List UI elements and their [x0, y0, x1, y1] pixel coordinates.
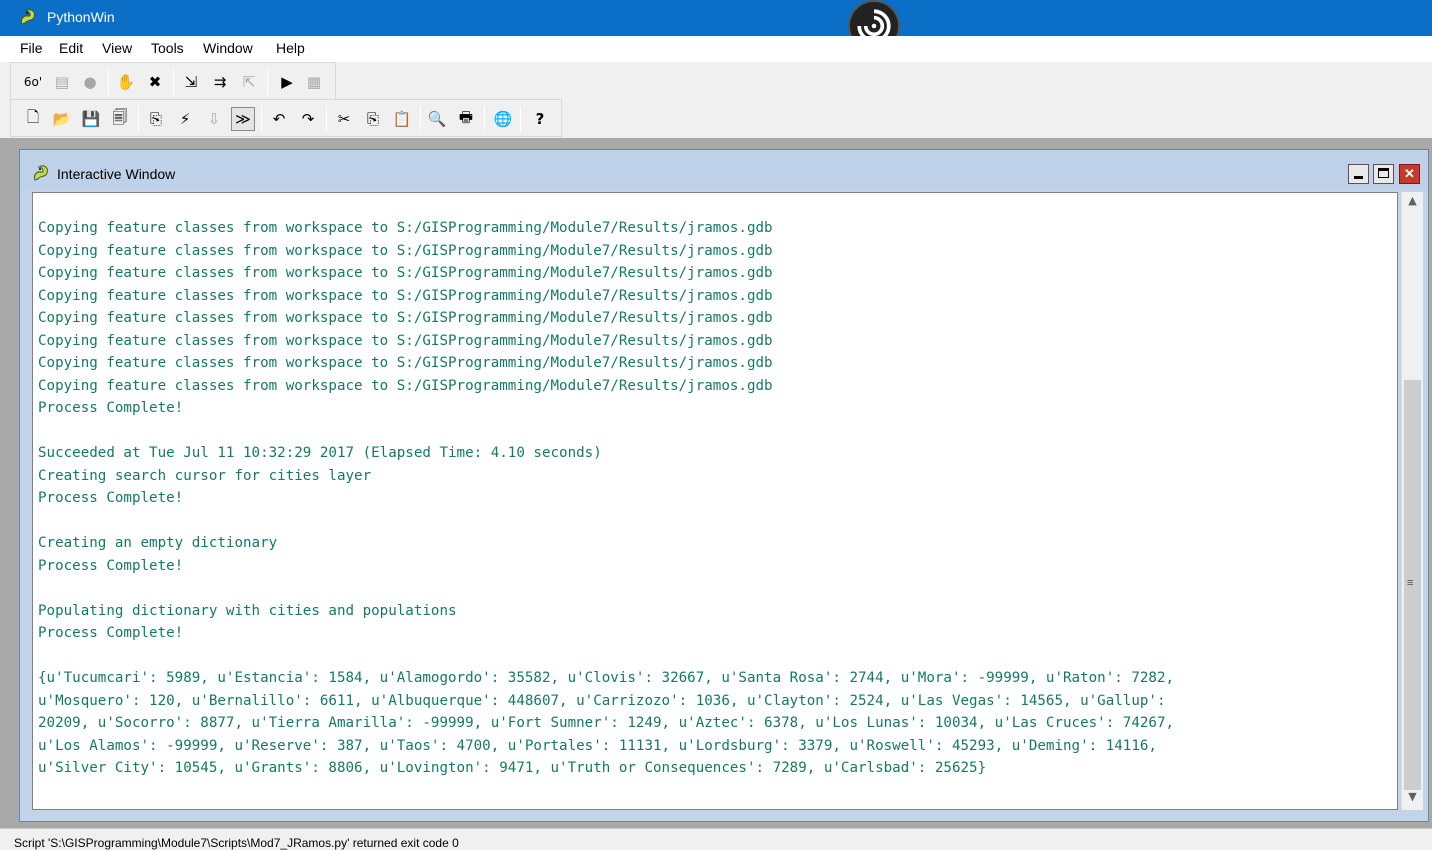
output-line: Copying feature classes from workspace t…	[38, 265, 773, 281]
step-out-icon[interactable]: ⇱	[237, 70, 261, 94]
save-icon[interactable]: 💾	[79, 107, 103, 131]
menu-edit[interactable]: Edit	[59, 40, 83, 56]
print-icon[interactable]: 🖶	[454, 107, 478, 131]
output-line: Creating an empty dictionary	[38, 535, 278, 551]
output-line: Copying feature classes from workspace t…	[38, 355, 773, 371]
interactive-output[interactable]: Copying feature classes from workspace t…	[32, 192, 1398, 810]
minimize-button[interactable]	[1348, 164, 1369, 184]
output-line: Copying feature classes from workspace t…	[38, 220, 773, 236]
interactive-window-title: Interactive Window	[57, 166, 176, 182]
close-button[interactable]: ✕	[1399, 164, 1420, 184]
app-titlebar[interactable]: PythonWin	[0, 0, 1432, 52]
output-line: Copying feature classes from workspace t…	[38, 310, 773, 326]
step-icon[interactable]: ⇲	[179, 70, 203, 94]
menu-bar: File Edit View Tools Window Help	[0, 36, 1432, 62]
import-icon[interactable]: ⇩	[202, 107, 226, 131]
status-text: Script 'S:\GISProgramming\Module7\Script…	[14, 836, 459, 850]
run-script-icon[interactable]: ⚡	[173, 107, 197, 131]
step-over-icon[interactable]: ⇉	[208, 70, 232, 94]
output-line: u'Los Alamos': -99999, u'Reserve': 387, …	[38, 737, 1157, 754]
scroll-up-icon[interactable]: ▲	[1402, 194, 1423, 212]
maximize-button[interactable]	[1373, 164, 1394, 184]
scroll-down-icon[interactable]: ▼	[1402, 790, 1423, 808]
output-line: Process Complete!	[38, 557, 184, 574]
output-line: Copying feature classes from workspace t…	[38, 332, 773, 349]
save-all-icon[interactable]: 🗐	[108, 107, 132, 131]
check-icon[interactable]: ⎘	[144, 107, 168, 131]
browser-icon[interactable]: 🌐	[491, 107, 515, 131]
cut-icon[interactable]: ✂	[332, 107, 356, 131]
open-icon[interactable]: 📂	[50, 107, 74, 131]
interactive-window-titlebar[interactable]: Interactive Window ✕	[20, 150, 1428, 190]
hand-icon[interactable]: ✋	[114, 70, 138, 94]
python-snake-icon	[21, 9, 35, 25]
output-text: Copying feature classes from workspace t…	[38, 217, 1388, 780]
output-line: Copying feature classes from workspace t…	[38, 242, 773, 259]
output-line: u'Silver City': 10545, u'Grants': 8806, …	[38, 760, 987, 776]
stop-icon[interactable]: ●	[78, 70, 102, 94]
redo-icon[interactable]: ↷	[296, 107, 320, 131]
expand-icon[interactable]: ≫	[231, 107, 255, 131]
output-line: Copying feature classes from workspace t…	[38, 287, 773, 304]
breakpoint-list-icon[interactable]: ▤	[50, 70, 74, 94]
debug-toolbar: 6o' ▤ ● ✋ ✖ ⇲ ⇉ ⇱ ▶ ▦	[10, 62, 336, 100]
new-icon[interactable]: 🗋	[21, 107, 45, 131]
help-icon[interactable]: ?	[528, 107, 552, 131]
paste-icon[interactable]: 📋	[390, 107, 414, 131]
output-line: u'Mosquero': 120, u'Bernalillo': 6611, u…	[38, 692, 1166, 709]
watch-icon[interactable]: 6o'	[21, 70, 45, 94]
menu-view[interactable]: View	[102, 40, 132, 56]
python-snake-icon	[34, 165, 48, 181]
print-preview-icon[interactable]: 🔍	[425, 107, 449, 131]
output-line: Copying feature classes from workspace t…	[38, 377, 773, 394]
menu-help[interactable]: Help	[276, 40, 305, 56]
interactive-window: Interactive Window ✕ Copying feature cla…	[19, 149, 1429, 822]
vertical-scrollbar[interactable]: ▲ ≡ ▼	[1401, 192, 1423, 810]
close-debugger-icon[interactable]: ▦	[302, 70, 326, 94]
scroll-grip-icon: ≡	[1407, 577, 1414, 589]
undo-icon[interactable]: ↶	[267, 107, 291, 131]
output-line: Succeeded at Tue Jul 11 10:32:29 2017 (E…	[38, 445, 602, 461]
menu-tools[interactable]: Tools	[151, 40, 184, 56]
clear-breakpoints-icon[interactable]: ✖	[143, 70, 167, 94]
output-line: {u'Tucumcari': 5989, u'Estancia': 1584, …	[38, 670, 1175, 686]
output-line: Process Complete!	[38, 625, 184, 641]
app-title: PythonWin	[47, 9, 115, 25]
menu-file[interactable]: File	[20, 40, 43, 56]
output-line: Process Complete!	[38, 490, 184, 506]
copy-icon[interactable]: ⎘	[361, 107, 385, 131]
output-line: Creating search cursor for cities layer	[38, 467, 372, 484]
status-bar: Script 'S:\GISProgramming\Module7\Script…	[0, 828, 1432, 850]
run-icon[interactable]: ▶	[275, 70, 299, 94]
output-line: Populating dictionary with cities and po…	[38, 602, 457, 619]
menu-window[interactable]: Window	[203, 40, 253, 56]
standard-toolbar: 🗋 📂 💾 🗐 ⎘ ⚡ ⇩ ≫ ↶ ↷ ✂ ⎘ 📋 🔍 🖶 🌐 ?	[10, 99, 562, 137]
output-line: 20209, u'Socorro': 8877, u'Tierra Amaril…	[38, 715, 1175, 731]
output-line: Process Complete!	[38, 400, 184, 416]
